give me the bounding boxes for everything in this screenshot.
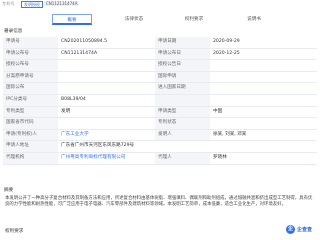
bibliographic-table: 申请号 CN202011050894.5 申请日期 2020-09-29 申请公… — [3, 37, 317, 165]
tab-bar: 概要 法律状态 权利要求 说明书 — [0, 14, 320, 25]
value-applicant-address: 广东省广州市天河区东风东路729号 — [61, 143, 135, 149]
value-application-no: CN202011050894.5 — [61, 39, 108, 44]
value-empty — [210, 95, 317, 106]
section-title: 著录信息 — [4, 29, 23, 34]
table-row: 申请号 CN202011050894.5 申请日期 2020-09-29 — [3, 37, 317, 49]
abstract-text: 本发明公开了一种高分子复合材料及其制备方法和应用，所述复合材料由基体树脂、增强填… — [5, 196, 313, 208]
label-application-no: 申请号 — [3, 37, 58, 48]
abstract-label: 摘要 — [4, 188, 14, 193]
value-grant-no — [58, 60, 155, 71]
value-ipc: B08L39/04 — [61, 96, 86, 102]
value-region-code — [58, 118, 155, 129]
value-application-type: 中国 — [213, 108, 223, 114]
patent-type-badge: 发明授权 — [21, 1, 43, 8]
value-inventor: 徐某, 刘某, 邓某 — [213, 131, 247, 137]
label-ipc: IPC分类号 — [3, 94, 58, 106]
table-row: 国际公布 进入国家日期 — [3, 83, 317, 95]
value-patent-status — [210, 118, 317, 129]
table-row: IPC分类号 B08L39/04 — [3, 94, 317, 107]
applicant-link[interactable]: 广东工业大学 — [58, 130, 155, 141]
label-national-entry: 进入国家日期 — [155, 83, 210, 94]
value-grant-date — [210, 60, 317, 71]
label-intl-publication: 国际公布 — [3, 83, 58, 94]
tab-claims[interactable]: 权利要求 — [172, 14, 216, 25]
table-row: 专利类型 发明 申请类型 中国 — [3, 106, 317, 119]
value-agent: 罗晓林 — [213, 154, 227, 160]
table-row: 分案原申请号 国际申请 — [3, 71, 317, 84]
value-publication-no: CN112131474A — [61, 50, 98, 56]
label-intl-application: 国际申请 — [155, 71, 210, 83]
header-tag-label: 专利号 — [2, 1, 15, 6]
label-grant-no: 授权公布号 — [3, 60, 58, 71]
label-patent-type: 专利类型 — [3, 106, 58, 118]
table-row: 授权公布号 授权公告日 — [3, 60, 317, 72]
agency-link[interactable]: 广州粤高专利商标代理有限公司 — [58, 153, 155, 164]
table-row: 代理机构 广州粤高专利商标代理有限公司 代理人 罗晓林 — [3, 152, 317, 165]
qcc-logo-icon: 企 — [285, 224, 295, 234]
label-agency: 代理机构 — [3, 152, 58, 164]
label-region-code: 国家省市代码 — [3, 118, 58, 129]
label-application-type: 申请类型 — [155, 106, 210, 118]
value-publication-date: 2020-12-25 — [213, 50, 240, 56]
value-divisional — [58, 72, 155, 83]
label-publication-date: 申请公布日 — [155, 48, 210, 60]
header: 专利号 发明授权 CN112131474A — [0, 0, 320, 10]
label-applicant: 申请(专利权)人 — [3, 129, 58, 141]
claims-label: 权利要求 — [5, 229, 24, 234]
value-intl-application — [210, 72, 317, 83]
label-patent-status: 专利状态 — [155, 118, 210, 129]
value-application-date: 2020-09-29 — [213, 39, 240, 44]
tab-description[interactable]: 说明书 — [232, 14, 276, 25]
value-intl-publication — [58, 83, 155, 94]
label-inventor: 发明人 — [155, 129, 210, 141]
table-row: 申请人地址 广东省广州市天河区东风东路729号 — [3, 141, 317, 153]
label-application-date: 申请日期 — [155, 37, 210, 48]
label-agent: 代理人 — [155, 152, 210, 164]
watermark-text: 企查查 — [296, 226, 312, 233]
publication-number: CN112131474A — [44, 1, 80, 6]
label-grant-date: 授权公告日 — [155, 60, 210, 71]
label-divisional: 分案原申请号 — [3, 71, 58, 83]
table-row: 国家省市代码 专利状态 — [3, 118, 317, 130]
table-row: 申请(专利权)人 广东工业大学 发明人 徐某, 刘某, 邓某 — [3, 129, 317, 142]
tab-overview[interactable]: 概要 — [52, 14, 92, 25]
tab-legal-status[interactable]: 法律状态 — [112, 14, 156, 25]
value-patent-type: 发明 — [61, 108, 71, 114]
patent-detail-page: 专利号 发明授权 CN112131474A 概要 法律状态 权利要求 说明书 著… — [0, 0, 320, 240]
watermark: 企 企查查 — [285, 224, 312, 234]
table-row: 申请公布号 CN112131474A 申请公布日 2020-12-25 — [3, 48, 317, 61]
value-national-entry — [210, 83, 317, 94]
label-publication-no: 申请公布号 — [3, 48, 58, 60]
label-empty — [155, 94, 210, 106]
label-applicant-address: 申请人地址 — [3, 141, 58, 152]
